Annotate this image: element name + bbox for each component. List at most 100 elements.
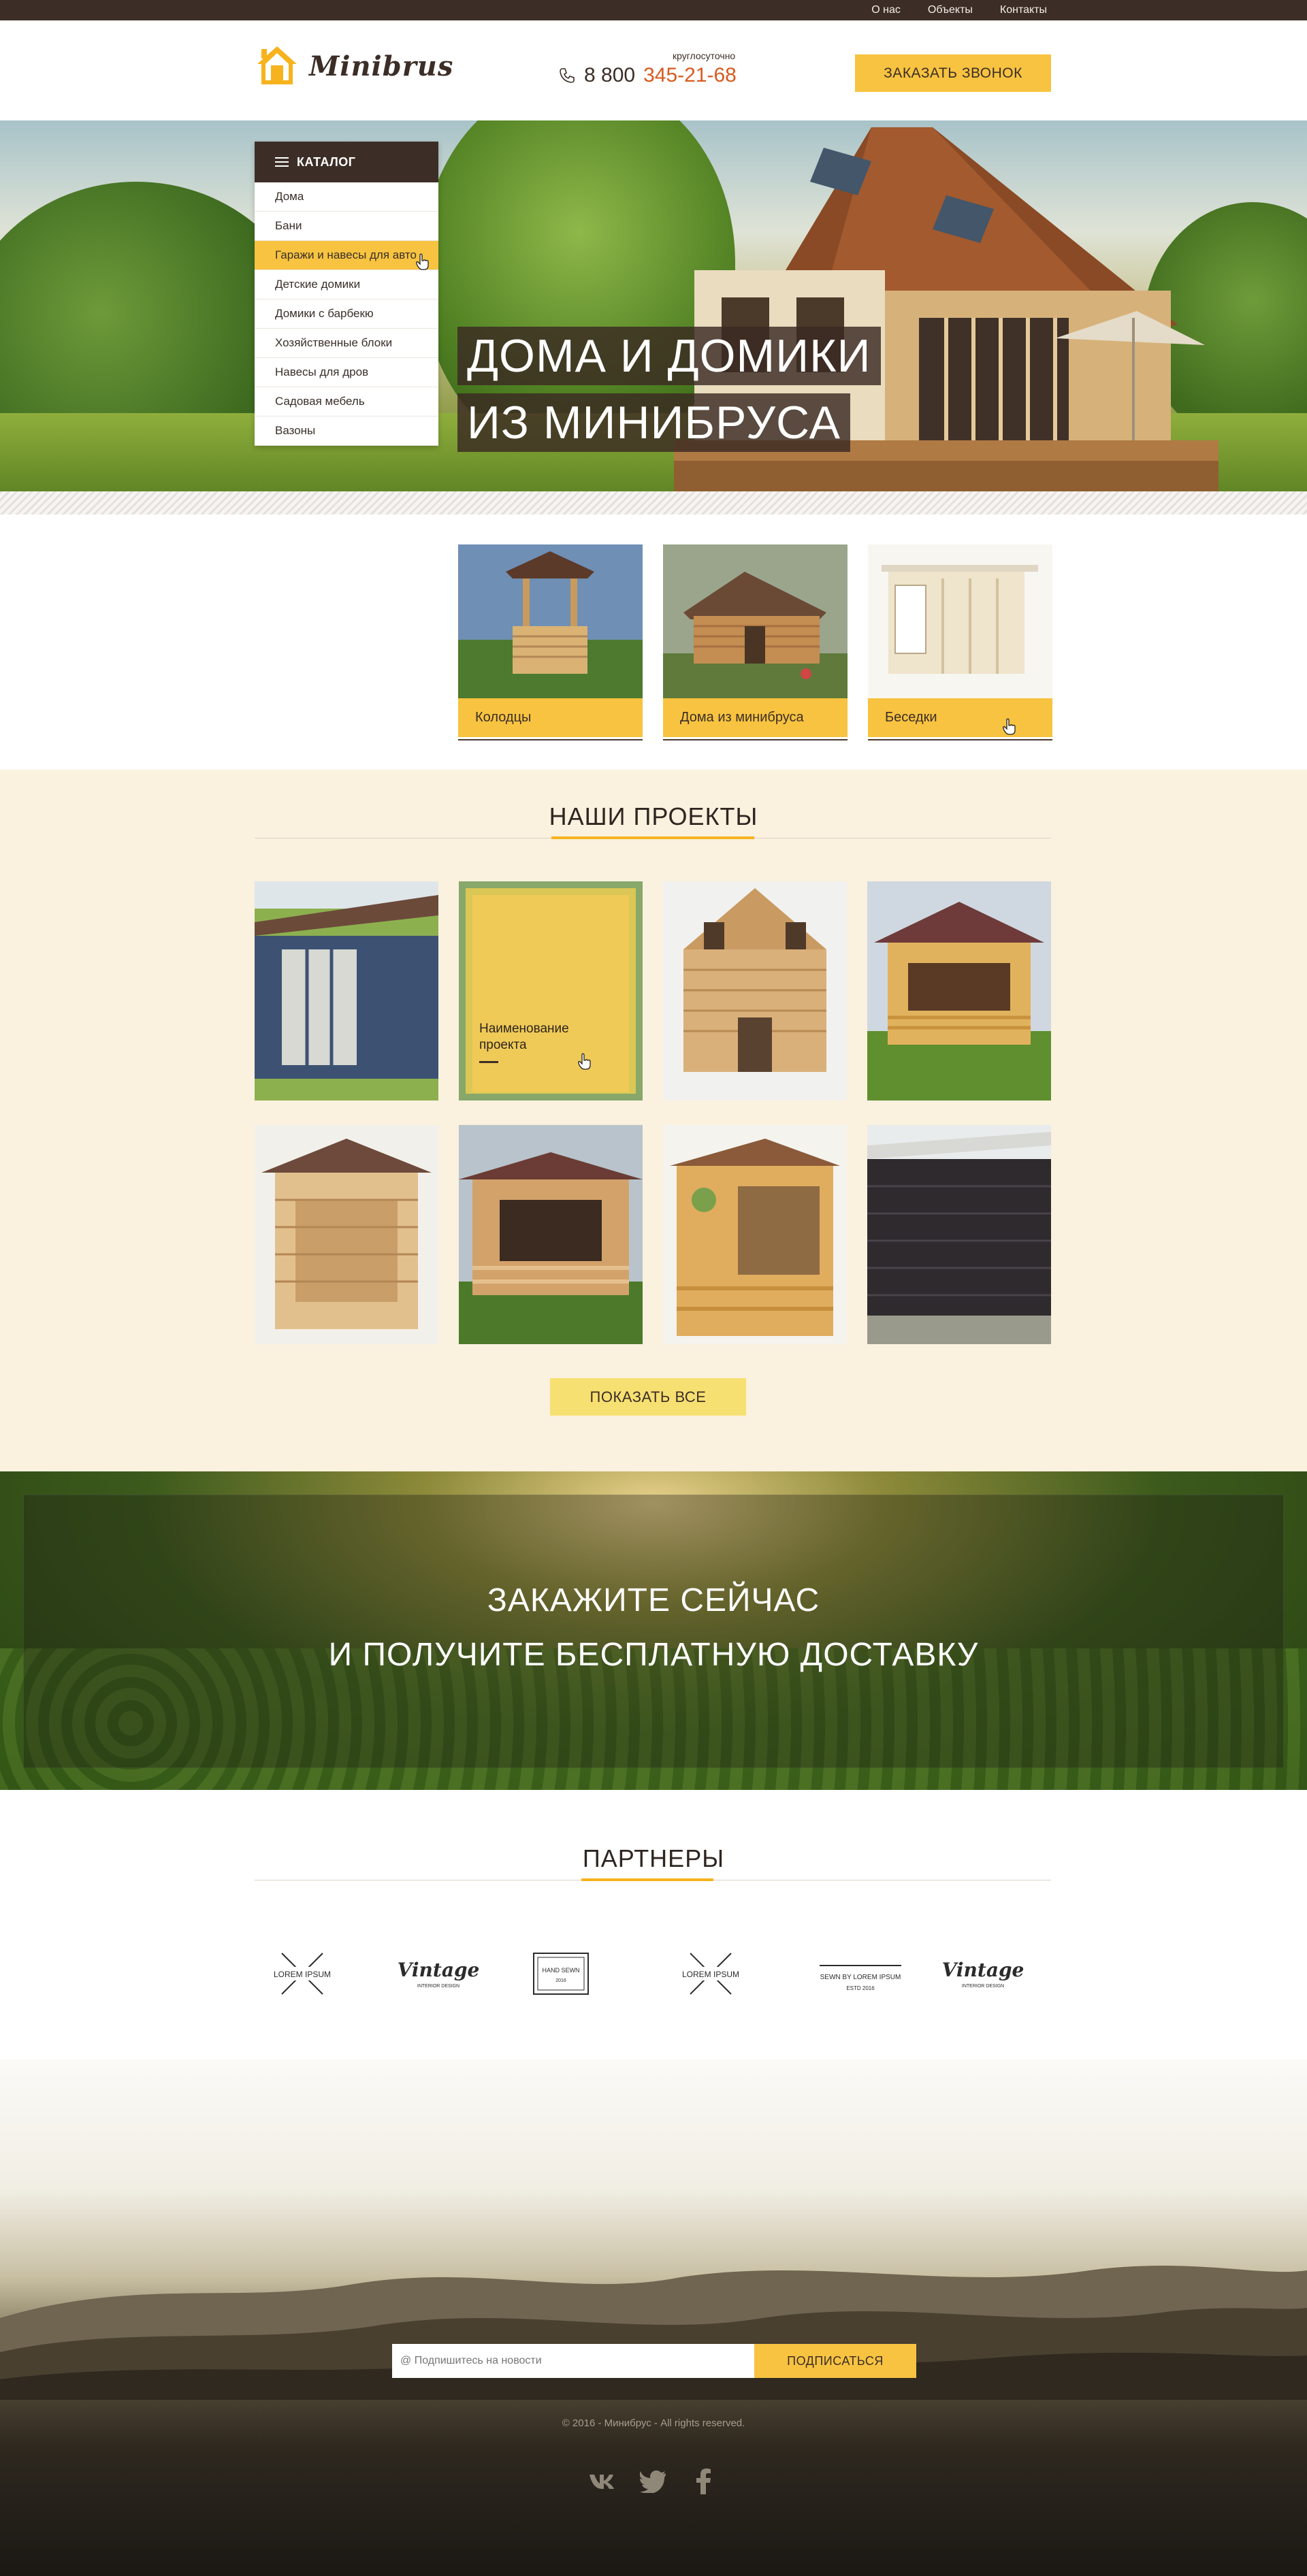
project-card[interactable]: [867, 881, 1051, 1100]
menu-icon: [275, 157, 289, 167]
category-label: Дома из минибруса: [663, 698, 848, 737]
partner-logo[interactable]: Vintage INTERIOR DESIGN: [398, 1940, 479, 2008]
project-card[interactable]: [255, 1125, 438, 1344]
top-nav-contacts-link[interactable]: Контакты: [1000, 4, 1047, 16]
project-card[interactable]: [663, 881, 847, 1100]
project-name-underline: [479, 1061, 498, 1063]
catalog-item-kids-houses[interactable]: Детские домики: [255, 270, 438, 299]
phone-note: круглосуточно: [673, 50, 736, 61]
catalog-item-woodsheds[interactable]: Навесы для дров: [255, 358, 438, 387]
catalog-title: КАТАЛОГ: [297, 154, 356, 169]
subscribe-form: ПОДПИСАТЬСЯ: [392, 2344, 916, 2378]
category-image-gazebo: [868, 544, 1052, 698]
category-card-wells[interactable]: Колодцы: [458, 544, 643, 739]
project-card[interactable]: [663, 1125, 847, 1344]
twitter-icon[interactable]: [639, 2468, 668, 2495]
promo-line-1: ЗАКАЖИТЕ СЕЙЧАС: [487, 1582, 820, 1618]
site-footer: ПОДПИСАТЬСЯ © 2016 - Минибрус - All righ…: [0, 2059, 1307, 2576]
top-nav-objects-link[interactable]: Объекты: [928, 4, 973, 16]
project-image: [663, 881, 847, 1100]
partner-logo-subtext: ESTD 2016: [846, 1985, 875, 1991]
hero-title: ДОМА И ДОМИКИ ИЗ МИНИБРУСА: [457, 327, 881, 452]
subscribe-email-input[interactable]: [392, 2344, 754, 2378]
hand-cursor-icon: [1003, 718, 1016, 735]
promo-text: ЗАКАЖИТЕ СЕЙЧАС И ПОЛУЧИТЕ БЕСПЛАТНУЮ ДО…: [0, 1574, 1307, 1682]
projects-grid: Наименование проекта: [255, 881, 1051, 1344]
category-image-house: [663, 544, 848, 698]
title-accent: [551, 836, 754, 839]
logo-text: Minibrus: [309, 50, 454, 82]
order-callback-button[interactable]: ЗАКАЗАТЬ ЗВОНОК: [855, 54, 1051, 92]
partner-logo-text: Vintage: [942, 1959, 1024, 1981]
partners-section: ПАРТНЕРЫ LOREM IPSUM Vintage INTERIOR DE…: [0, 1790, 1307, 2059]
top-nav-about-link[interactable]: О нас: [871, 4, 901, 16]
project-image: [867, 881, 1051, 1100]
title-accent: [581, 1878, 713, 1881]
category-image-well: [458, 544, 643, 698]
project-image: [255, 881, 438, 1100]
category-card-minibrus-houses[interactable]: Дома из минибруса: [663, 544, 848, 739]
promo-line-2: И ПОЛУЧИТЕ БЕСПЛАТНУЮ ДОСТАВКУ: [328, 1637, 979, 1673]
projects-title: НАШИ ПРОЕКТЫ: [549, 802, 758, 830]
partners-title: ПАРТНЕРЫ: [582, 1844, 725, 1872]
project-name: Наименование проекта: [479, 1022, 569, 1052]
partner-logo-text: HAND SEWN: [542, 1967, 579, 1974]
partner-logo-text: Vintage: [398, 1959, 479, 1981]
partner-logo-subtext: 2016: [555, 1978, 566, 1983]
house-logo-icon: [257, 46, 297, 84]
logo[interactable]: Minibrus: [255, 44, 453, 88]
project-image: [459, 1125, 643, 1344]
project-card[interactable]: [255, 881, 438, 1100]
project-image: [663, 1125, 847, 1344]
project-card-hovered[interactable]: Наименование проекта: [459, 881, 643, 1100]
category-label: Беседки: [868, 698, 1052, 737]
catalog-item-houses[interactable]: Дома: [255, 182, 438, 212]
show-all-button[interactable]: ПОКАЗАТЬ ВСЕ: [550, 1378, 746, 1416]
partner-logo-subtext: INTERIOR DESIGN: [417, 1984, 459, 1989]
phone-number[interactable]: 345-21-68: [643, 64, 737, 87]
partner-logo[interactable]: Vintage INTERIOR DESIGN: [942, 1940, 1024, 2008]
partner-logo[interactable]: HAND SEWN 2016: [527, 1940, 595, 2008]
project-image: [867, 1125, 1051, 1344]
partner-logos: LOREM IPSUM Vintage INTERIOR DESIGN HAND…: [255, 1940, 1051, 2008]
copyright-text: © 2016 - Минибрус - All rights reserved.: [562, 2417, 745, 2429]
hero-title-line-1: ДОМА И ДОМИКИ: [457, 327, 881, 385]
hero-title-line-2: ИЗ МИНИБРУСА: [457, 393, 850, 452]
catalog-item-utility-blocks[interactable]: Хозяйственные блоки: [255, 329, 438, 358]
catalog-item-bbq-houses[interactable]: Домики с барбекю: [255, 299, 438, 329]
partner-logo-text: LOREM IPSUM: [274, 1970, 331, 1979]
category-card-gazebos[interactable]: Беседки: [868, 544, 1052, 739]
partner-logo-subtext: INTERIOR DESIGN: [962, 1984, 1004, 1989]
partner-logo-text: SEWN BY LOREM IPSUM: [820, 1974, 901, 1981]
promo-banner: ЗАКАЖИТЕ СЕЙЧАС И ПОЛУЧИТЕ БЕСПЛАТНУЮ ДО…: [0, 1471, 1307, 1790]
catalog-item-planters[interactable]: Вазоны: [255, 417, 438, 446]
facebook-icon[interactable]: [689, 2468, 719, 2495]
catalog-header[interactable]: КАТАЛОГ: [255, 142, 438, 182]
hero-divider: [0, 491, 1307, 515]
category-cards: Колодцы Дома из минибруса Беседки: [458, 544, 1052, 739]
catalog-menu: КАТАЛОГ Дома Бани Гаражи и навесы для ав…: [255, 142, 438, 446]
project-card[interactable]: [459, 1125, 643, 1344]
catalog-item-label: Гаражи и навесы для авто: [275, 248, 417, 261]
category-label: Колодцы: [458, 698, 643, 737]
partner-logo[interactable]: SEWN BY LOREM IPSUM ESTD 2016: [813, 1940, 908, 2008]
catalog-item-garages[interactable]: Гаражи и навесы для авто: [255, 241, 438, 270]
site-header: Minibrus круглосуточно 8 800 345-21-68 З…: [0, 20, 1307, 120]
catalog-item-baths[interactable]: Бани: [255, 212, 438, 241]
projects-section: НАШИ ПРОЕКТЫ Наименование проекта ПОКАЗА…: [0, 770, 1307, 1471]
subscribe-button[interactable]: ПОДПИСАТЬСЯ: [754, 2344, 916, 2378]
partner-logo-text: LOREM IPSUM: [682, 1970, 739, 1979]
project-card[interactable]: [867, 1125, 1051, 1344]
project-image: [255, 1125, 438, 1344]
top-bar: О нас Объекты Контакты: [0, 0, 1307, 20]
vk-icon[interactable]: [588, 2468, 618, 2495]
top-nav: О нас Объекты Контакты: [871, 0, 1047, 20]
hand-cursor-icon: [416, 253, 429, 270]
phone-icon: [560, 68, 575, 83]
hand-cursor-icon: [578, 1053, 591, 1070]
partner-logo[interactable]: LOREM IPSUM: [677, 1940, 745, 2008]
hero-banner: ДОМА И ДОМИКИ ИЗ МИНИБРУСА: [0, 120, 1307, 491]
phone-prefix[interactable]: 8 800: [584, 64, 635, 87]
catalog-item-garden-furniture[interactable]: Садовая мебель: [255, 387, 438, 417]
partner-logo[interactable]: LOREM IPSUM: [268, 1940, 336, 2008]
